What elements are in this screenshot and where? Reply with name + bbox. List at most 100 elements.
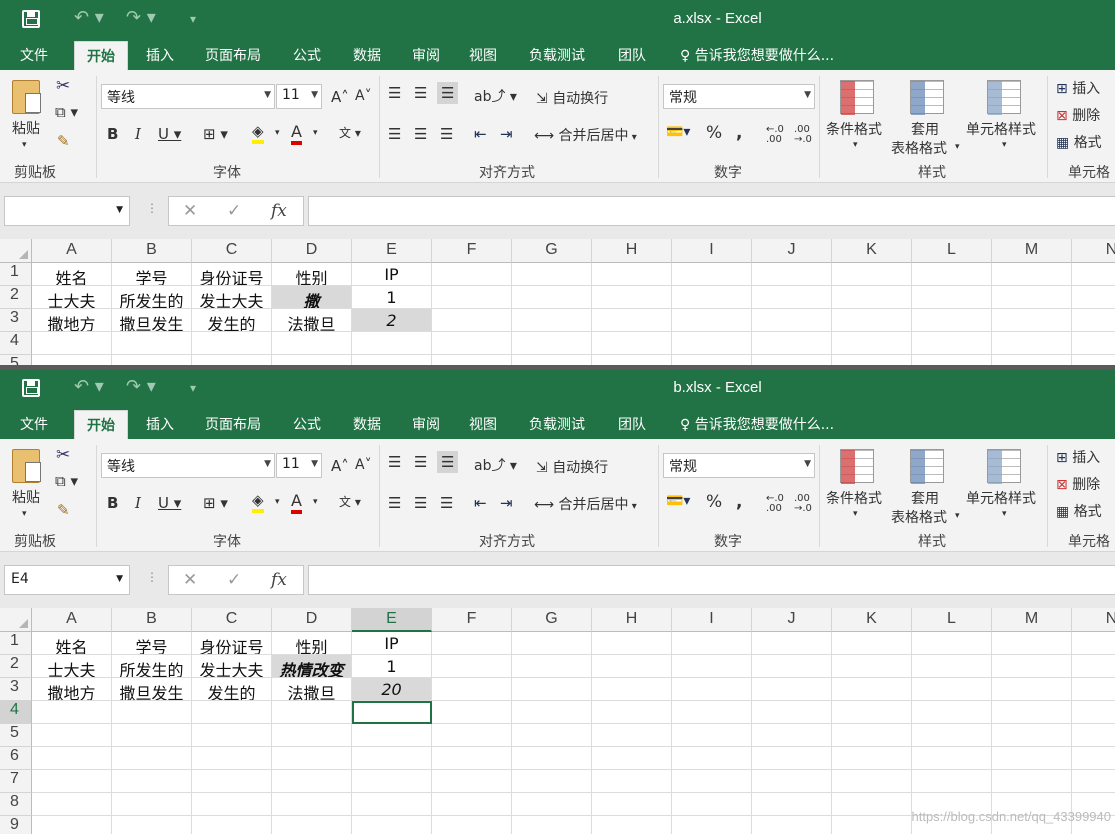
drag-handle-icon[interactable]: ⋮ [146, 570, 158, 584]
cell-M1[interactable] [992, 632, 1072, 655]
cell-L2[interactable] [912, 286, 992, 309]
merge-center-button[interactable]: ⟷ 合并后居中 ▾ [534, 494, 637, 514]
merge-center-button[interactable]: ⟷ 合并后居中 ▾ [534, 125, 637, 145]
align-left-icon[interactable]: ☰ [388, 494, 401, 512]
comma-style-icon[interactable]: , [736, 123, 742, 143]
format-as-table-icon[interactable] [910, 80, 944, 115]
cell-B3[interactable]: 撒旦发生 [112, 309, 192, 332]
column-header-N[interactable]: N [1072, 239, 1115, 263]
cell-M3[interactable] [992, 309, 1072, 332]
italic-icon[interactable]: I [135, 494, 141, 512]
cell-L1[interactable] [912, 632, 992, 655]
cell-A5[interactable] [32, 724, 112, 747]
cell-H6[interactable] [592, 747, 672, 770]
tab-6[interactable]: 审阅 [412, 45, 440, 65]
cell-E5[interactable] [352, 724, 432, 747]
cell-M3[interactable] [992, 678, 1072, 701]
row-header-4[interactable]: 4 [0, 332, 32, 355]
cell-M2[interactable] [992, 655, 1072, 678]
tab-1[interactable]: 开始 [74, 41, 128, 70]
cell-I3[interactable] [672, 678, 752, 701]
cell-N3[interactable] [1072, 309, 1115, 332]
align-top-icon[interactable]: ☰ [388, 84, 401, 102]
cell-N1[interactable] [1072, 632, 1115, 655]
delete-cells-button[interactable]: ⊠ 删除 [1056, 474, 1100, 494]
conditional-format-button[interactable]: 条件格式 [826, 488, 882, 508]
cell-J8[interactable] [752, 793, 832, 816]
cell-G4[interactable] [512, 332, 592, 355]
drag-handle-icon[interactable]: ⋮ [146, 201, 158, 215]
cell-styles-icon[interactable] [987, 80, 1021, 115]
cell-C9[interactable] [192, 816, 272, 834]
cell-I4[interactable] [672, 701, 752, 724]
cell-B7[interactable] [112, 770, 192, 793]
cell-K5[interactable] [832, 724, 912, 747]
row-header-1[interactable]: 1 [0, 632, 32, 655]
cell-E2[interactable]: 1 [352, 286, 432, 309]
row-header-1[interactable]: 1 [0, 263, 32, 286]
font-color-icon[interactable]: A [291, 122, 302, 145]
cell-G3[interactable] [512, 678, 592, 701]
cell-G7[interactable] [512, 770, 592, 793]
row-header-8[interactable]: 8 [0, 793, 32, 816]
cell-B5[interactable] [112, 724, 192, 747]
wrap-text-button[interactable]: ⇲ 自动换行 [536, 88, 608, 108]
cell-F5[interactable] [432, 724, 512, 747]
cell-G6[interactable] [512, 747, 592, 770]
cell-K9[interactable] [832, 816, 912, 834]
cell-N5[interactable] [1072, 724, 1115, 747]
column-header-K[interactable]: K [832, 608, 912, 632]
enter-icon[interactable]: ✓ [227, 201, 241, 221]
column-header-F[interactable]: F [432, 608, 512, 632]
font-size-select[interactable]: 11 ▼ [276, 453, 322, 478]
align-top-icon[interactable]: ☰ [388, 453, 401, 471]
insert-function-icon[interactable]: fx [271, 201, 287, 221]
cell-L4[interactable] [912, 701, 992, 724]
cell-H7[interactable] [592, 770, 672, 793]
select-all-button[interactable] [0, 239, 32, 263]
row-header-3[interactable]: 3 [0, 678, 32, 701]
cell-F2[interactable] [432, 655, 512, 678]
decrease-font-size-icon[interactable]: A˅ [355, 457, 372, 473]
cell-M6[interactable] [992, 747, 1072, 770]
cell-E2[interactable]: 1 [352, 655, 432, 678]
tab-5[interactable]: 数据 [353, 414, 381, 434]
column-header-D[interactable]: D [272, 239, 352, 263]
cell-K4[interactable] [832, 701, 912, 724]
cell-B6[interactable] [112, 747, 192, 770]
cell-B1[interactable]: 学号 [112, 632, 192, 655]
cell-F9[interactable] [432, 816, 512, 834]
align-left-icon[interactable]: ☰ [388, 125, 401, 143]
tab-2[interactable]: 插入 [146, 45, 174, 65]
font-color-icon[interactable]: A [291, 491, 302, 514]
tab-9[interactable]: 团队 [618, 414, 646, 434]
cell-K4[interactable] [832, 332, 912, 355]
align-center-icon[interactable]: ☰ [414, 494, 427, 512]
decrease-decimal-icon[interactable]: .00 →.0 [794, 125, 812, 145]
cell-C4[interactable] [192, 701, 272, 724]
cell-F8[interactable] [432, 793, 512, 816]
tab-3[interactable]: 页面布局 [205, 45, 261, 65]
cell-L3[interactable] [912, 678, 992, 701]
font-size-select[interactable]: 11 ▼ [276, 84, 322, 109]
insert-cells-button[interactable]: ⊞ 插入 [1056, 447, 1100, 467]
cell-J4[interactable] [752, 701, 832, 724]
cell-D2[interactable]: 热情改变 [272, 655, 352, 678]
paste-icon[interactable] [12, 80, 41, 114]
cell-K8[interactable] [832, 793, 912, 816]
cell-C3[interactable]: 发生的 [192, 678, 272, 701]
cell-J2[interactable] [752, 286, 832, 309]
decrease-indent-icon[interactable]: ⇤ [474, 125, 487, 143]
bold-icon[interactable]: B [107, 125, 118, 143]
cell-I4[interactable] [672, 332, 752, 355]
cell-A2[interactable]: 士大夫 [32, 655, 112, 678]
cell-F7[interactable] [432, 770, 512, 793]
cut-icon[interactable]: ✂ [56, 445, 70, 465]
cell-H8[interactable] [592, 793, 672, 816]
cell-F4[interactable] [432, 701, 512, 724]
increase-font-size-icon[interactable]: A˄ [331, 457, 349, 475]
cell-styles-button[interactable]: 单元格样式 [966, 119, 1036, 139]
paste-button[interactable]: 粘贴 [12, 118, 40, 138]
copy-icon[interactable]: ⧉ ▾ [55, 472, 78, 490]
format-as-table-button[interactable]: 套用 [911, 488, 939, 508]
